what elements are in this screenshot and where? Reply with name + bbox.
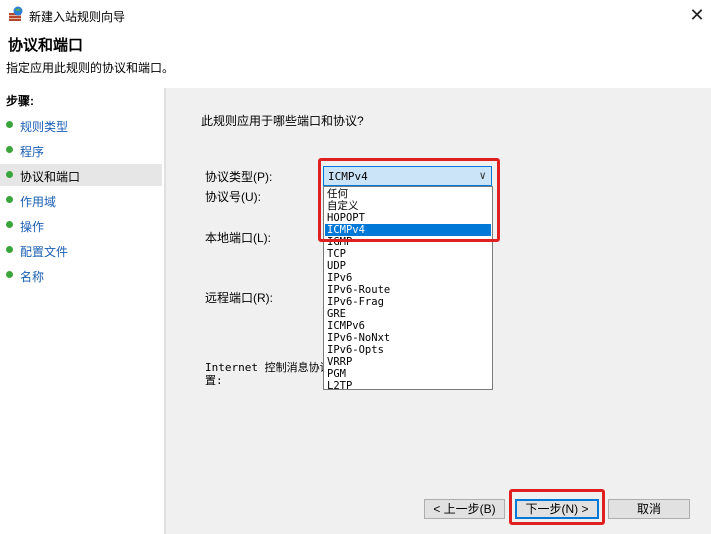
cancel-button[interactable]: 取消 <box>608 499 690 519</box>
protocol-option[interactable]: IPv6 <box>325 272 491 284</box>
protocol-option[interactable]: IPv6-Opts <box>325 344 491 356</box>
step-label: 协议和端口 <box>20 170 81 184</box>
step-protocol-and-ports[interactable]: 协议和端口 <box>0 164 162 186</box>
step-profile[interactable]: 配置文件 <box>0 239 162 261</box>
rule-question: 此规则应用于哪些端口和协议? <box>201 114 364 128</box>
protocol-option[interactable]: UDP <box>325 260 491 272</box>
page-title: 协议和端口 <box>8 37 84 54</box>
icmp-settings-label: Internet 控制消息协议 <box>205 361 323 374</box>
step-label: 程序 <box>20 145 45 159</box>
step-bullet-icon <box>6 146 13 153</box>
protocol-option[interactable]: TCP <box>325 248 491 260</box>
firewall-app-icon <box>9 6 23 21</box>
local-port-label: 本地端口(L): <box>205 231 272 245</box>
step-action[interactable]: 操作 <box>0 214 162 236</box>
back-button[interactable]: < 上一步(B) <box>424 499 505 519</box>
step-bullet-icon <box>6 171 13 178</box>
step-rule-type[interactable]: 规则类型 <box>0 114 162 136</box>
step-bullet-icon <box>6 246 13 253</box>
page-subtitle: 指定应用此规则的协议和端口。 <box>6 61 175 75</box>
icmp-settings-label-line2: 置: <box>205 374 223 387</box>
highlight-box-protocol <box>318 158 500 242</box>
title-bar: 新建入站规则向导 ✕ <box>0 0 711 30</box>
protocol-option[interactable]: IPv6-Route <box>325 284 491 296</box>
step-bullet-icon <box>6 271 13 278</box>
step-program[interactable]: 程序 <box>0 139 162 161</box>
protocol-option[interactable]: ICMPv6 <box>325 320 491 332</box>
step-label: 作用域 <box>20 195 57 209</box>
step-bullet-icon <box>6 196 13 203</box>
step-label: 配置文件 <box>20 245 69 259</box>
remote-port-label: 远程端口(R): <box>205 291 273 305</box>
step-bullet-icon <box>6 121 13 128</box>
step-label: 规则类型 <box>20 120 69 134</box>
step-scope[interactable]: 作用域 <box>0 189 162 211</box>
step-label: 操作 <box>20 220 45 234</box>
steps-label: 步骤: <box>6 94 34 108</box>
window-title: 新建入站规则向导 <box>29 10 126 24</box>
protocol-option[interactable]: IPv6-Frag <box>325 296 491 308</box>
highlight-box-next <box>509 489 605 525</box>
step-name[interactable]: 名称 <box>0 264 162 286</box>
step-label: 名称 <box>20 270 45 284</box>
protocol-option[interactable]: PGM <box>325 368 491 380</box>
protocol-number-label: 协议号(U): <box>205 190 261 204</box>
step-bullet-icon <box>6 221 13 228</box>
protocol-option[interactable]: L2TP <box>325 380 491 392</box>
protocol-option[interactable]: GRE <box>325 308 491 320</box>
protocol-option[interactable]: IPv6-NoNxt <box>325 332 491 344</box>
protocol-option[interactable]: VRRP <box>325 356 491 368</box>
protocol-type-label: 协议类型(P): <box>205 170 273 184</box>
close-icon[interactable]: ✕ <box>686 4 708 26</box>
